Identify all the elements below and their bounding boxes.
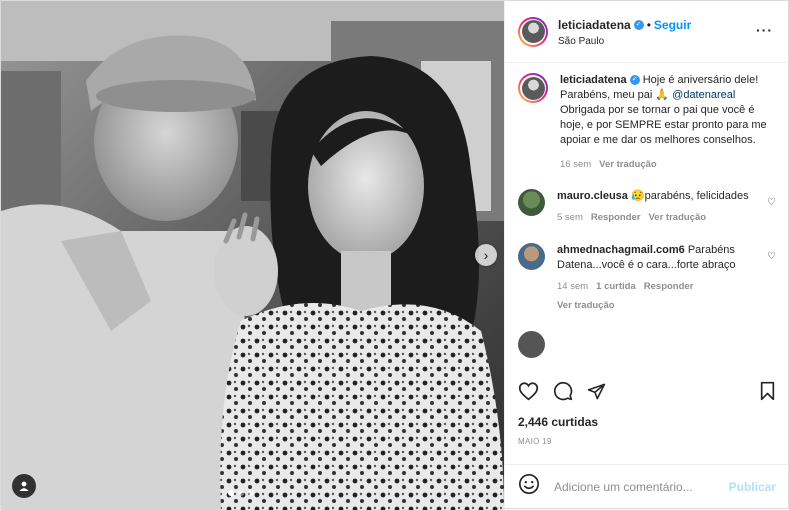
comment-time[interactable]: 14 sem [557,281,588,292]
avatar[interactable] [518,243,545,270]
carousel-dot [228,490,234,496]
photo-image [1,1,504,510]
verified-badge-icon: ✓ [629,75,640,86]
caption-username[interactable]: leticiadatena [560,74,627,86]
caption-mention[interactable]: @datenareal [672,89,735,101]
see-translation-link[interactable]: Ver tradução [649,212,707,223]
avatar[interactable] [518,16,548,47]
share-send-icon[interactable] [587,382,606,401]
see-translation-link[interactable]: Ver tradução [599,159,657,170]
comment-item-partial [518,331,776,358]
reply-button[interactable]: Responder [644,281,694,292]
avatar[interactable] [518,73,548,103]
add-comment-bar: Publicar [505,464,789,508]
comment-likes[interactable]: 1 curtida [596,281,636,292]
carousel-dot [248,490,254,496]
post-photo[interactable]: › [1,1,504,510]
post-dialog: › leticiadatena✓•Seguir São Paulo ··· [0,0,789,510]
avatar[interactable] [518,189,545,216]
see-translation-link[interactable]: Ver tradução [557,300,615,311]
caption-text-end: Obrigada por se tornar o pai que você é … [560,104,767,146]
comment-text: 😥parabéns, felicidades [630,190,749,202]
comment-time[interactable]: 5 sem [557,212,583,223]
caption: leticiadatena ✓ Hoje é aniversário dele! … [518,73,776,172]
avatar[interactable] [518,331,545,358]
likes-count[interactable]: 2,446 curtidas [518,415,598,429]
like-heart-icon[interactable] [518,381,539,401]
verified-badge-icon: ✓ [633,19,644,30]
save-bookmark-icon[interactable] [759,381,776,401]
post-header: leticiadatena ✓ • Seguir São Paulo ··· [505,1,789,63]
follow-button[interactable]: Seguir [654,18,691,32]
post-sidebar: leticiadatena ✓ • Seguir São Paulo ··· leti… [504,1,789,508]
tagged-users-button[interactable] [12,474,36,498]
carousel-dot [238,490,244,496]
reply-button[interactable]: Responder [591,212,641,223]
user-tag-icon [19,481,29,491]
comment-item: ahmednachagmail.com6 Parabéns Datena...v… [518,243,776,313]
like-comment-heart-icon[interactable]: ♡ [767,251,776,262]
comment-item: mauro.cleusa 😥parabéns, felicidades 5 se… [518,189,776,225]
separator-dot: • [646,18,651,32]
post-actions [518,373,776,409]
carousel-indicators [228,490,254,496]
comment-username[interactable]: ahmednachagmail.com6 [557,244,685,256]
publish-button[interactable]: Publicar [729,480,776,494]
comment-bubble-icon[interactable] [553,381,573,401]
like-comment-heart-icon[interactable]: ♡ [767,197,776,208]
comment-input[interactable] [552,478,729,495]
more-options-icon[interactable]: ··· [756,22,773,38]
comments-list[interactable]: leticiadatena ✓ Hoje é aniversário dele! … [505,63,789,371]
next-photo-button[interactable]: › [475,244,497,266]
post-location[interactable]: São Paulo [558,36,691,47]
author-username[interactable]: leticiadatena [558,18,631,32]
comment-username[interactable]: mauro.cleusa [557,190,628,202]
caption-time[interactable]: 16 sem [560,159,591,170]
post-date[interactable]: MAIO 19 [518,437,552,446]
emoji-icon[interactable] [518,473,540,500]
